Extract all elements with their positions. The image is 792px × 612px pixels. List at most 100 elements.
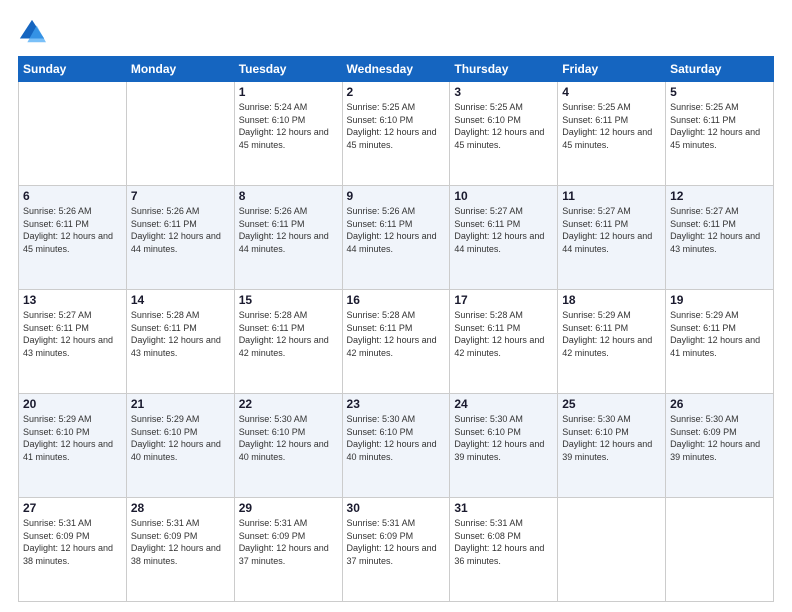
- day-number: 15: [239, 293, 338, 307]
- day-number: 24: [454, 397, 553, 411]
- col-saturday: Saturday: [666, 57, 774, 82]
- day-info: Sunrise: 5:29 AM Sunset: 6:11 PM Dayligh…: [670, 309, 769, 359]
- day-number: 11: [562, 189, 661, 203]
- table-row: 17 Sunrise: 5:28 AM Sunset: 6:11 PM Dayli…: [450, 290, 558, 394]
- day-info: Sunrise: 5:26 AM Sunset: 6:11 PM Dayligh…: [239, 205, 338, 255]
- logo-icon: [18, 18, 46, 46]
- day-number: 3: [454, 85, 553, 99]
- table-row: 26Sunrise: 5:30 AM Sunset: 6:09 PM Dayli…: [666, 394, 774, 498]
- table-row: 19 Sunrise: 5:29 AM Sunset: 6:11 PM Dayli…: [666, 290, 774, 394]
- day-info: Sunrise: 5:25 AM Sunset: 6:10 PM Dayligh…: [454, 101, 553, 151]
- table-row: 2 Sunrise: 5:25 AM Sunset: 6:10 PM Daylig…: [342, 82, 450, 186]
- table-row: 27 Sunrise: 5:31 AM Sunset: 6:09 PM Dayli…: [19, 498, 127, 602]
- table-row: 22 Sunrise: 5:30 AM Sunset: 6:10 PM Dayli…: [234, 394, 342, 498]
- day-number: 8: [239, 189, 338, 203]
- table-row: 7 Sunrise: 5:26 AM Sunset: 6:11 PM Daylig…: [126, 186, 234, 290]
- table-row: 25 Sunrise: 5:30 AM Sunset: 6:10 PM Dayli…: [558, 394, 666, 498]
- calendar-week-row: 6 Sunrise: 5:26 AM Sunset: 6:11 PM Daylig…: [19, 186, 774, 290]
- weekday-header-row: Sunday Monday Tuesday Wednesday Thursday…: [19, 57, 774, 82]
- day-info: Sunrise: 5:28 AM Sunset: 6:11 PM Dayligh…: [347, 309, 446, 359]
- table-row: 18Sunrise: 5:29 AM Sunset: 6:11 PM Dayli…: [558, 290, 666, 394]
- table-row: 30 Sunrise: 5:31 AM Sunset: 6:09 PM Dayli…: [342, 498, 450, 602]
- table-row: 11 Sunrise: 5:27 AM Sunset: 6:11 PM Dayli…: [558, 186, 666, 290]
- day-number: 6: [23, 189, 122, 203]
- table-row: 8 Sunrise: 5:26 AM Sunset: 6:11 PM Daylig…: [234, 186, 342, 290]
- day-info: Sunrise: 5:25 AM Sunset: 6:10 PM Dayligh…: [347, 101, 446, 151]
- table-row: 29 Sunrise: 5:31 AM Sunset: 6:09 PM Dayli…: [234, 498, 342, 602]
- col-friday: Friday: [558, 57, 666, 82]
- col-wednesday: Wednesday: [342, 57, 450, 82]
- col-monday: Monday: [126, 57, 234, 82]
- day-number: 19: [670, 293, 769, 307]
- table-row: 4Sunrise: 5:25 AM Sunset: 6:11 PM Daylig…: [558, 82, 666, 186]
- day-info: Sunrise: 5:28 AM Sunset: 6:11 PM Dayligh…: [239, 309, 338, 359]
- day-info: Sunrise: 5:27 AM Sunset: 6:11 PM Dayligh…: [562, 205, 661, 255]
- day-info: Sunrise: 5:31 AM Sunset: 6:09 PM Dayligh…: [23, 517, 122, 567]
- day-info: Sunrise: 5:31 AM Sunset: 6:09 PM Dayligh…: [347, 517, 446, 567]
- day-info: Sunrise: 5:30 AM Sunset: 6:10 PM Dayligh…: [347, 413, 446, 463]
- day-info: Sunrise: 5:25 AM Sunset: 6:11 PM Dayligh…: [670, 101, 769, 151]
- day-number: 7: [131, 189, 230, 203]
- day-number: 12: [670, 189, 769, 203]
- day-info: Sunrise: 5:27 AM Sunset: 6:11 PM Dayligh…: [454, 205, 553, 255]
- day-info: Sunrise: 5:31 AM Sunset: 6:09 PM Dayligh…: [239, 517, 338, 567]
- table-row: 31 Sunrise: 5:31 AM Sunset: 6:08 PM Dayli…: [450, 498, 558, 602]
- day-number: 13: [23, 293, 122, 307]
- table-row: 28 Sunrise: 5:31 AM Sunset: 6:09 PM Dayli…: [126, 498, 234, 602]
- table-row: 3 Sunrise: 5:25 AM Sunset: 6:10 PM Daylig…: [450, 82, 558, 186]
- day-info: Sunrise: 5:26 AM Sunset: 6:11 PM Dayligh…: [131, 205, 230, 255]
- table-row: 10Sunrise: 5:27 AM Sunset: 6:11 PM Dayli…: [450, 186, 558, 290]
- day-number: 31: [454, 501, 553, 515]
- calendar-week-row: 1Sunrise: 5:24 AM Sunset: 6:10 PM Daylig…: [19, 82, 774, 186]
- table-row: 24 Sunrise: 5:30 AM Sunset: 6:10 PM Dayli…: [450, 394, 558, 498]
- table-row: 20 Sunrise: 5:29 AM Sunset: 6:10 PM Dayli…: [19, 394, 127, 498]
- day-info: Sunrise: 5:27 AM Sunset: 6:11 PM Dayligh…: [23, 309, 122, 359]
- day-info: Sunrise: 5:30 AM Sunset: 6:10 PM Dayligh…: [562, 413, 661, 463]
- calendar-table: Sunday Monday Tuesday Wednesday Thursday…: [18, 56, 774, 602]
- day-info: Sunrise: 5:27 AM Sunset: 6:11 PM Dayligh…: [670, 205, 769, 255]
- table-row: 14 Sunrise: 5:28 AM Sunset: 6:11 PM Dayli…: [126, 290, 234, 394]
- day-number: 14: [131, 293, 230, 307]
- day-info: Sunrise: 5:26 AM Sunset: 6:11 PM Dayligh…: [23, 205, 122, 255]
- calendar-week-row: 20 Sunrise: 5:29 AM Sunset: 6:10 PM Dayli…: [19, 394, 774, 498]
- table-row: 6 Sunrise: 5:26 AM Sunset: 6:11 PM Daylig…: [19, 186, 127, 290]
- day-info: Sunrise: 5:29 AM Sunset: 6:10 PM Dayligh…: [131, 413, 230, 463]
- day-number: 29: [239, 501, 338, 515]
- day-info: Sunrise: 5:28 AM Sunset: 6:11 PM Dayligh…: [454, 309, 553, 359]
- col-sunday: Sunday: [19, 57, 127, 82]
- day-number: 18: [562, 293, 661, 307]
- day-info: Sunrise: 5:31 AM Sunset: 6:09 PM Dayligh…: [131, 517, 230, 567]
- day-number: 21: [131, 397, 230, 411]
- col-thursday: Thursday: [450, 57, 558, 82]
- day-number: 20: [23, 397, 122, 411]
- day-info: Sunrise: 5:26 AM Sunset: 6:11 PM Dayligh…: [347, 205, 446, 255]
- day-info: Sunrise: 5:28 AM Sunset: 6:11 PM Dayligh…: [131, 309, 230, 359]
- table-row: 16Sunrise: 5:28 AM Sunset: 6:11 PM Dayli…: [342, 290, 450, 394]
- day-number: 30: [347, 501, 446, 515]
- day-number: 27: [23, 501, 122, 515]
- table-row: 1Sunrise: 5:24 AM Sunset: 6:10 PM Daylig…: [234, 82, 342, 186]
- header: [18, 18, 774, 46]
- day-number: 25: [562, 397, 661, 411]
- day-number: 9: [347, 189, 446, 203]
- calendar-week-row: 13 Sunrise: 5:27 AM Sunset: 6:11 PM Dayli…: [19, 290, 774, 394]
- day-number: 2: [347, 85, 446, 99]
- day-info: Sunrise: 5:24 AM Sunset: 6:10 PM Dayligh…: [239, 101, 338, 151]
- table-row: [666, 498, 774, 602]
- day-info: Sunrise: 5:30 AM Sunset: 6:10 PM Dayligh…: [239, 413, 338, 463]
- table-row: [558, 498, 666, 602]
- day-number: 22: [239, 397, 338, 411]
- day-number: 17: [454, 293, 553, 307]
- table-row: 13 Sunrise: 5:27 AM Sunset: 6:11 PM Dayli…: [19, 290, 127, 394]
- table-row: 9 Sunrise: 5:26 AM Sunset: 6:11 PM Daylig…: [342, 186, 450, 290]
- day-info: Sunrise: 5:30 AM Sunset: 6:10 PM Dayligh…: [454, 413, 553, 463]
- table-row: 5 Sunrise: 5:25 AM Sunset: 6:11 PM Daylig…: [666, 82, 774, 186]
- day-number: 28: [131, 501, 230, 515]
- day-info: Sunrise: 5:29 AM Sunset: 6:10 PM Dayligh…: [23, 413, 122, 463]
- day-number: 23: [347, 397, 446, 411]
- day-number: 5: [670, 85, 769, 99]
- day-info: Sunrise: 5:31 AM Sunset: 6:08 PM Dayligh…: [454, 517, 553, 567]
- col-tuesday: Tuesday: [234, 57, 342, 82]
- table-row: [126, 82, 234, 186]
- page: Sunday Monday Tuesday Wednesday Thursday…: [0, 0, 792, 612]
